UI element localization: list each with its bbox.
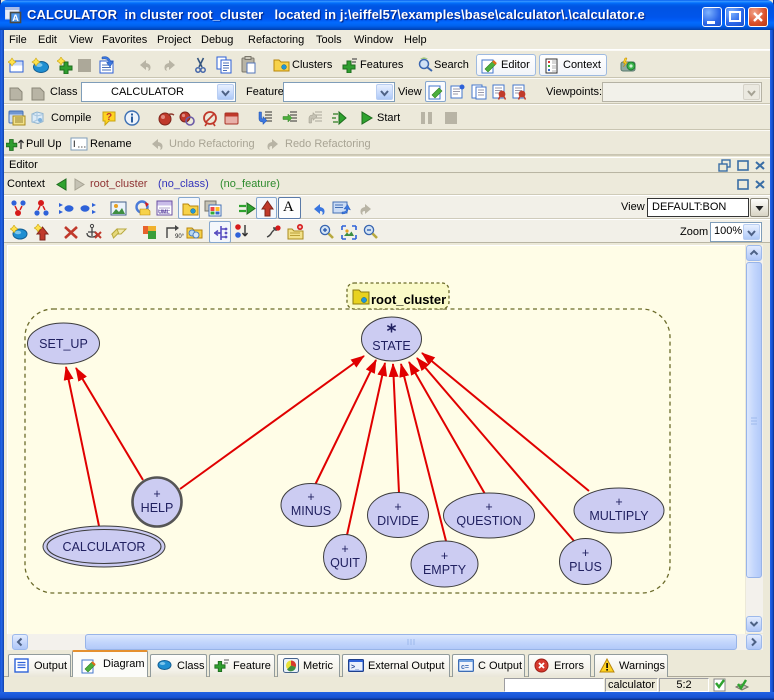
svg-text:DIVIDE: DIVIDE — [377, 514, 419, 528]
svg-text:>_: >_ — [351, 664, 359, 671]
svg-text:root_cluster: root_cluster — [371, 292, 446, 307]
svg-text:+: + — [394, 500, 401, 514]
svg-text:+: + — [307, 490, 314, 504]
svg-text:EMPTY: EMPTY — [423, 563, 467, 577]
svg-text:STATE: STATE — [372, 339, 410, 353]
svg-text:+: + — [615, 495, 622, 509]
svg-text:SET_UP: SET_UP — [39, 337, 88, 351]
svg-text:+: + — [582, 546, 589, 560]
svg-text:90°: 90° — [175, 234, 184, 240]
svg-text:MINUS: MINUS — [291, 504, 331, 518]
svg-text:HELP: HELP — [141, 501, 174, 515]
svg-text:I: I — [73, 139, 76, 149]
svg-text:QUESTION: QUESTION — [456, 514, 521, 528]
svg-text:+: + — [441, 549, 448, 563]
svg-text:UML: UML — [158, 209, 170, 215]
svg-text:?: ? — [106, 112, 112, 123]
svg-text:A: A — [12, 13, 19, 23]
svg-text:c=: c= — [461, 664, 469, 671]
svg-text:+: + — [341, 542, 348, 556]
svg-text:PLUS: PLUS — [569, 560, 602, 574]
svg-text:QUIT: QUIT — [330, 556, 360, 570]
svg-text:CALCULATOR: CALCULATOR — [63, 540, 146, 554]
svg-text:+: + — [153, 487, 160, 501]
svg-text:MULTIPLY: MULTIPLY — [589, 509, 649, 523]
svg-text:+: + — [485, 500, 492, 514]
